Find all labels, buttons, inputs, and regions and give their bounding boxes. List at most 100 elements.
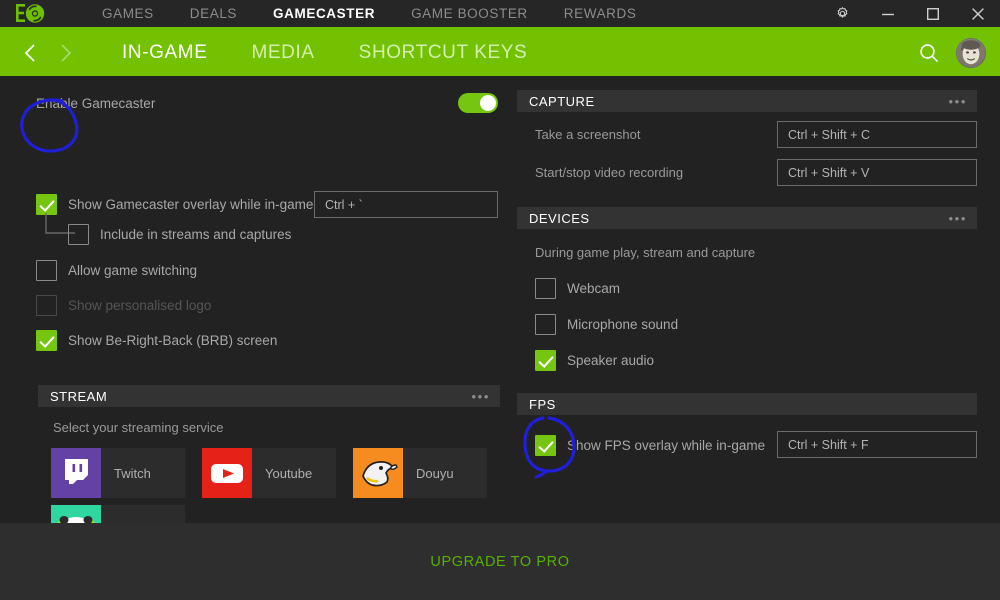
gamecaster-window: GAMES DEALS GAMECASTER GAME BOOSTER REWA…: [0, 0, 1000, 600]
microphone-label: Microphone sound: [567, 317, 678, 332]
douyu-icon: [353, 448, 403, 498]
brb-checkbox[interactable]: [36, 330, 57, 351]
devices-section-header: DEVICES •••: [517, 207, 977, 229]
main-nav: GAMES DEALS GAMECASTER GAME BOOSTER REWA…: [84, 0, 654, 27]
allow-switching-checkbox[interactable]: [36, 260, 57, 281]
nav-item-games[interactable]: GAMES: [84, 0, 172, 27]
search-icon: [918, 42, 940, 64]
microphone-checkbox[interactable]: [535, 314, 556, 335]
webcam-label: Webcam: [567, 281, 620, 296]
nav-item-deals[interactable]: DEALS: [172, 0, 255, 27]
service-name-youtube: Youtube: [265, 466, 312, 481]
settings-gear-button[interactable]: [820, 0, 865, 27]
nav-item-rewards[interactable]: REWARDS: [546, 0, 655, 27]
show-overlay-label: Show Gamecaster overlay while in-game: [68, 197, 313, 212]
capture-section-menu[interactable]: •••: [949, 94, 967, 109]
service-card-douyu[interactable]: Douyu: [353, 448, 487, 498]
stream-section-header: STREAM •••: [38, 385, 500, 407]
sub-nav-bar: IN-GAME MEDIA SHORTCUT KEYS: [0, 30, 1000, 76]
nav-item-game-booster[interactable]: GAME BOOSTER: [393, 0, 546, 27]
capture-row-0-hotkey-value: Ctrl + Shift + C: [788, 128, 870, 142]
close-icon: [971, 7, 985, 21]
service-card-twitch[interactable]: Twitch: [51, 448, 185, 498]
show-overlay-hotkey-value: Ctrl + `: [325, 198, 363, 212]
service-name-douyu: Douyu: [416, 466, 454, 481]
personalised-logo-checkbox: [36, 295, 57, 316]
right-panel: CAPTURE ••• Take a screenshot Ctrl + Shi…: [505, 76, 1000, 523]
enable-gamecaster-toggle[interactable]: [458, 93, 498, 113]
minimize-button[interactable]: [865, 0, 910, 27]
history-nav: [12, 30, 84, 76]
capture-row-0-hotkey-input[interactable]: Ctrl + Shift + C: [777, 121, 977, 148]
maximize-icon: [926, 7, 940, 21]
brb-label: Show Be-Right-Back (BRB) screen: [68, 333, 277, 348]
include-streams-row: Include in streams and captures: [68, 224, 291, 245]
personalised-logo-label: Show personalised logo: [68, 298, 211, 313]
capture-row-1-label: Start/stop video recording: [535, 165, 683, 180]
window-controls: [820, 0, 1000, 27]
sub-tabs: IN-GAME MEDIA SHORTCUT KEYS: [100, 30, 549, 76]
devices-section-menu[interactable]: •••: [949, 211, 967, 226]
speaker-checkbox[interactable]: [535, 350, 556, 371]
include-streams-label: Include in streams and captures: [100, 227, 291, 242]
fps-hotkey-value: Ctrl + Shift + F: [788, 438, 869, 452]
chevron-right-icon: [58, 42, 74, 64]
include-streams-checkbox[interactable]: [68, 224, 89, 245]
device-row-microphone: Microphone sound: [535, 314, 678, 335]
tab-in-game[interactable]: IN-GAME: [100, 30, 229, 76]
title-bar: GAMES DEALS GAMECASTER GAME BOOSTER REWA…: [0, 0, 1000, 27]
maximize-button[interactable]: [910, 0, 955, 27]
capture-row-1-hotkey-input[interactable]: Ctrl + Shift + V: [777, 159, 977, 186]
streaming-service-list-row1: Twitch Youtube: [51, 448, 487, 498]
speaker-label: Speaker audio: [567, 353, 654, 368]
brb-row: Show Be-Right-Back (BRB) screen: [36, 330, 277, 351]
capture-section-header: CAPTURE •••: [517, 90, 977, 112]
tab-shortcut-keys[interactable]: SHORTCUT KEYS: [337, 30, 550, 76]
sub-nav-actions: [918, 30, 986, 76]
capture-section-title: CAPTURE: [529, 94, 595, 109]
device-row-webcam: Webcam: [535, 278, 620, 299]
left-panel: Enable Gamecaster Show Gamecaster overla…: [0, 76, 505, 523]
enable-gamecaster-label: Enable Gamecaster: [36, 96, 155, 111]
toggle-knob: [480, 95, 496, 111]
chevron-left-icon: [22, 42, 38, 64]
device-row-speaker: Speaker audio: [535, 350, 654, 371]
twitch-icon: [51, 448, 101, 498]
webcam-checkbox[interactable]: [535, 278, 556, 299]
footer: UPGRADE TO PRO: [0, 523, 1000, 600]
personalised-logo-row: Show personalised logo: [36, 295, 211, 316]
stream-subtitle: Select your streaming service: [53, 420, 224, 435]
search-button[interactable]: [918, 42, 940, 64]
stream-section-title: STREAM: [50, 389, 107, 404]
forward-button[interactable]: [48, 30, 84, 76]
stream-section-menu[interactable]: •••: [472, 389, 490, 404]
youtube-icon: [202, 448, 252, 498]
devices-section-title: DEVICES: [529, 211, 590, 226]
avatar[interactable]: [956, 38, 986, 68]
allow-switching-label: Allow game switching: [68, 263, 197, 278]
show-overlay-row: Show Gamecaster overlay while in-game: [36, 194, 313, 215]
show-overlay-checkbox[interactable]: [36, 194, 57, 215]
show-overlay-hotkey-input[interactable]: Ctrl + `: [314, 191, 498, 218]
minimize-icon: [881, 7, 895, 21]
content-area: Enable Gamecaster Show Gamecaster overla…: [0, 76, 1000, 523]
back-button[interactable]: [12, 30, 48, 76]
gear-icon: [835, 6, 850, 21]
nav-item-gamecaster[interactable]: GAMECASTER: [255, 0, 393, 27]
service-card-youtube[interactable]: Youtube: [202, 448, 336, 498]
capture-row-0-label: Take a screenshot: [535, 127, 641, 142]
fps-overlay-checkbox[interactable]: [535, 435, 556, 456]
fps-overlay-label: Show FPS overlay while in-game: [567, 438, 765, 453]
tab-media[interactable]: MEDIA: [229, 30, 336, 76]
user-avatar-icon: [957, 39, 985, 67]
upgrade-to-pro-link[interactable]: UPGRADE TO PRO: [430, 554, 569, 570]
close-button[interactable]: [955, 0, 1000, 27]
allow-switching-row: Allow game switching: [36, 260, 197, 281]
capture-row-1-hotkey-value: Ctrl + Shift + V: [788, 166, 869, 180]
app-logo[interactable]: [0, 0, 62, 27]
devices-subtitle: During game play, stream and capture: [535, 245, 755, 260]
fps-overlay-row: Show FPS overlay while in-game: [535, 435, 765, 456]
fps-hotkey-input[interactable]: Ctrl + Shift + F: [777, 431, 977, 458]
enable-gamecaster-row: Enable Gamecaster: [36, 93, 498, 113]
razer-cortex-logo-icon: [14, 1, 48, 27]
